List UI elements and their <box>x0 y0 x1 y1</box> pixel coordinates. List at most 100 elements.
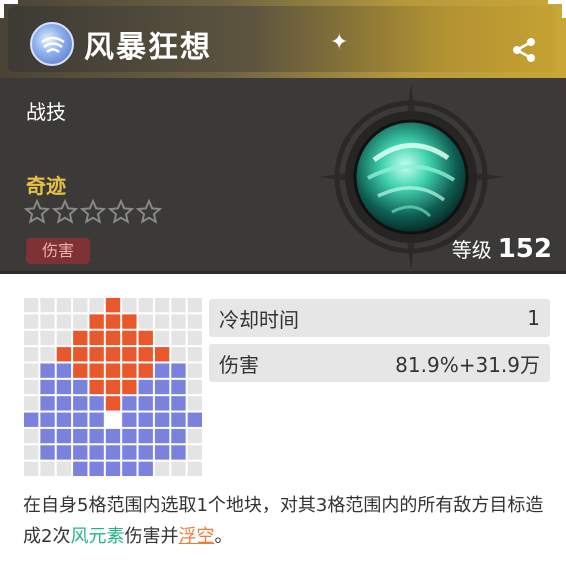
grid-cell-empty <box>187 396 202 411</box>
grid-cell-select <box>122 330 137 346</box>
grid-cell-select <box>89 347 104 362</box>
skill-description: 在自身5格范围内选取1个地块，对其3格范围内的所有敌方目标造成2次风元素伤害并浮… <box>23 490 553 552</box>
grid-cell-select <box>105 379 121 395</box>
title-bar: 风暴狂想 ✦ <box>0 0 566 78</box>
star-icon <box>52 199 78 224</box>
whirlwind-skill-icon <box>318 84 504 270</box>
grid-cell-area <box>105 461 121 476</box>
grid-cell-area <box>171 363 186 378</box>
grid-cell-area <box>40 428 55 444</box>
grid-cell-select <box>105 314 121 329</box>
grid-cell-area <box>122 412 137 427</box>
grid-cell-empty <box>40 347 55 362</box>
grid-cell-area <box>40 396 55 411</box>
stats-list: 冷却时间 1 伤害 81.9%+31.9万 <box>209 299 550 389</box>
grid-cell-empty <box>40 330 55 346</box>
grid-cell-select <box>73 363 88 378</box>
stat-label: 冷却时间 <box>219 307 299 332</box>
grid-cell-area <box>138 428 153 444</box>
grid-cell-area <box>138 461 153 476</box>
grid-cell-center <box>105 412 121 427</box>
grid-cell-empty <box>24 298 39 313</box>
grid-cell-empty <box>154 461 170 476</box>
grid-cell-empty <box>24 330 39 346</box>
grid-cell-empty <box>24 314 39 329</box>
grid-cell-empty <box>138 298 153 313</box>
grid-cell-area <box>73 396 88 411</box>
grid-cell-area <box>171 445 186 460</box>
corner-decoration-left <box>0 0 18 18</box>
grid-cell-select <box>122 379 137 395</box>
grid-cell-area <box>40 445 55 460</box>
grid-cell-empty <box>24 396 39 411</box>
grid-cell-area <box>56 363 72 378</box>
grid-cell-select <box>56 347 72 362</box>
grid-cell-select <box>89 363 104 378</box>
grid-cell-area <box>56 445 72 460</box>
grid-cell-empty <box>24 428 39 444</box>
grid-cell-empty <box>154 298 170 313</box>
grid-cell-select <box>122 347 137 362</box>
grid-cell-area <box>171 396 186 411</box>
grid-cell-area <box>56 396 72 411</box>
star-rating <box>24 199 162 225</box>
grid-cell-area <box>56 428 72 444</box>
grid-cell-area <box>154 428 170 444</box>
description-text: 。 <box>214 526 233 547</box>
star-icon <box>80 199 106 224</box>
skill-type: 战技 <box>26 100 66 124</box>
grid-cell-area <box>122 461 137 476</box>
grid-cell-empty <box>56 461 72 476</box>
grid-cell-area <box>187 412 202 427</box>
grid-cell-empty <box>154 330 170 346</box>
share-icon[interactable] <box>510 36 538 64</box>
stat-row-cooldown: 冷却时间 1 <box>209 299 550 337</box>
grid-cell-area <box>154 396 170 411</box>
skill-card: 风暴狂想 ✦ 战技 奇迹 伤害 等级 152 冷却时间 1 伤害 81.9%+3… <box>0 0 566 569</box>
grid-cell-area <box>24 412 39 427</box>
grid-cell-area <box>154 379 170 395</box>
grid-cell-empty <box>187 445 202 460</box>
grid-cell-empty <box>40 461 55 476</box>
grid-cell-select <box>154 347 170 362</box>
grid-cell-area <box>56 379 72 395</box>
rarity-label: 奇迹 <box>26 174 66 198</box>
grid-cell-area <box>138 412 153 427</box>
grid-cell-area <box>154 363 170 378</box>
grid-cell-empty <box>89 298 104 313</box>
grid-cell-area <box>105 428 121 444</box>
stat-value: 1 <box>527 306 540 330</box>
grid-cell-empty <box>56 330 72 346</box>
grid-cell-area <box>138 379 153 395</box>
grid-cell-empty <box>24 363 39 378</box>
grid-cell-empty <box>24 445 39 460</box>
damage-tag-badge: 伤害 <box>26 238 90 264</box>
grid-cell-area <box>89 412 104 427</box>
grid-cell-empty <box>187 298 202 313</box>
grid-cell-empty <box>40 314 55 329</box>
grid-cell-empty <box>122 298 137 313</box>
grid-cell-select <box>105 330 121 346</box>
grid-cell-area <box>89 445 104 460</box>
grid-cell-select <box>122 314 137 329</box>
grid-cell-empty <box>56 298 72 313</box>
grid-cell-select <box>105 396 121 411</box>
grid-cell-area <box>171 379 186 395</box>
grid-cell-area <box>73 461 88 476</box>
grid-cell-empty <box>56 314 72 329</box>
grid-cell-area <box>154 445 170 460</box>
grid-cell-empty <box>171 461 186 476</box>
grid-cell-empty <box>187 330 202 346</box>
element-keyword: 风元素 <box>70 526 125 547</box>
grid-cell-select <box>138 347 153 362</box>
grid-cell-area <box>73 428 88 444</box>
status-keyword-link[interactable]: 浮空 <box>178 526 214 547</box>
grid-cell-select <box>105 298 121 313</box>
skill-name: 风暴狂想 <box>84 30 212 65</box>
grid-cell-empty <box>187 314 202 329</box>
grid-cell-empty <box>73 298 88 313</box>
stat-row-damage: 伤害 81.9%+31.9万 <box>209 344 550 382</box>
grid-cell-empty <box>187 363 202 378</box>
star-icon <box>24 199 50 224</box>
grid-cell-select <box>73 347 88 362</box>
